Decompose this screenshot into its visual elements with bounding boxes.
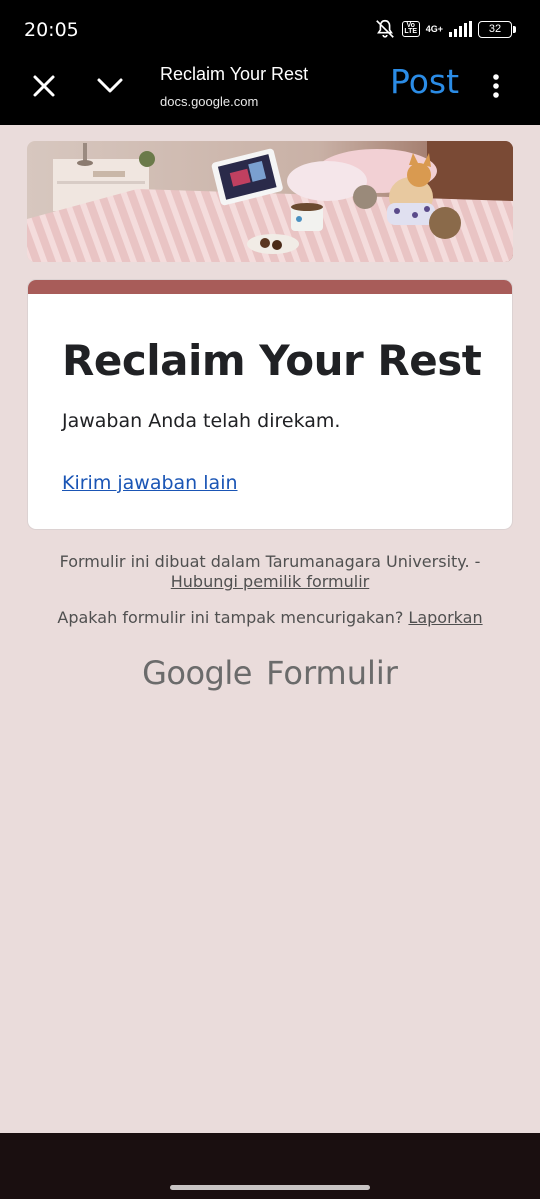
brand-google: Google	[142, 654, 252, 692]
battery-icon: 32	[478, 20, 516, 38]
suspicious-prompt: Apakah formulir ini tampak mencurigakan?	[57, 608, 404, 627]
status-time: 20:05	[24, 19, 79, 41]
network-type: 4G+	[425, 23, 443, 34]
more-vert-icon[interactable]	[486, 72, 506, 100]
bell-off-icon	[375, 19, 394, 38]
footer-created-in: Formulir ini dibuat dalam Tarumanagara U…	[59, 552, 481, 571]
footer-contact-owner-row: Hubungi pemilik formulir	[0, 572, 540, 591]
status-bar: 20:05 Vo LTE 4G+ 32	[0, 0, 540, 58]
home-indicator[interactable]	[170, 1185, 370, 1190]
form-title: Reclaim Your Rest	[62, 336, 482, 385]
footer-report-row: Apakah formulir ini tampak mencurigakan?…	[0, 608, 540, 627]
confirmation-card: Reclaim Your Rest Jawaban Anda telah dir…	[27, 279, 513, 530]
browser-toolbar: Reclaim Your Rest docs.google.com Post	[0, 58, 540, 125]
chevron-down-icon[interactable]	[96, 74, 124, 98]
report-link[interactable]: Laporkan	[408, 608, 482, 627]
page-title: Reclaim Your Rest	[160, 64, 309, 84]
card-accent-bar	[28, 280, 512, 294]
header-banner-image	[27, 141, 513, 262]
post-button[interactable]: Post	[390, 62, 459, 101]
contact-owner-link[interactable]: Hubungi pemilik formulir	[171, 572, 369, 591]
system-nav-bar	[0, 1133, 540, 1199]
close-icon[interactable]	[30, 72, 58, 100]
volte-icon: Vo LTE	[401, 21, 420, 37]
google-forms-logo[interactable]: Google Formulir	[0, 654, 540, 692]
status-icons: Vo LTE 4G+ 32	[374, 18, 516, 40]
brand-product: Formulir	[266, 654, 398, 692]
response-recorded-message: Jawaban Anda telah direkam.	[62, 410, 341, 432]
page-url: docs.google.com	[160, 94, 259, 109]
submit-another-response-link[interactable]: Kirim jawaban lain	[62, 472, 238, 494]
signal-icon	[449, 21, 472, 37]
